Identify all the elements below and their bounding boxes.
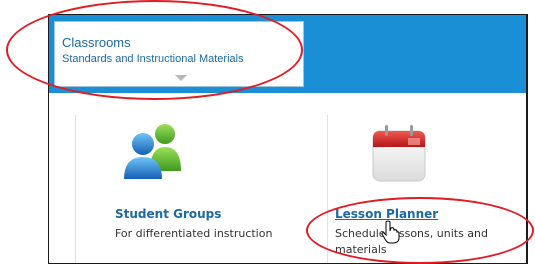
calendar-icon <box>372 125 426 182</box>
column-divider <box>327 115 328 263</box>
hand-cursor-icon <box>381 220 400 244</box>
browser-frame: Classrooms Standards and Instructional M… <box>48 14 528 264</box>
student-groups-description: For differentiated instruction <box>115 227 273 240</box>
chevron-down-icon <box>175 75 187 81</box>
classrooms-tab[interactable]: Classrooms Standards and Instructional M… <box>54 21 304 87</box>
tab-title: Classrooms <box>62 35 131 50</box>
tab-subtitle: Standards and Instructional Materials <box>62 53 244 65</box>
student-groups-title[interactable]: Student Groups <box>115 207 221 221</box>
lesson-planner-description: Schedule lessons, units and materials <box>335 227 488 256</box>
student-groups-icon <box>124 124 181 179</box>
column-divider <box>75 115 76 263</box>
header-bar: Classrooms Standards and Instructional M… <box>49 15 526 93</box>
lesson-planner-link[interactable]: Lesson Planner <box>335 207 438 221</box>
